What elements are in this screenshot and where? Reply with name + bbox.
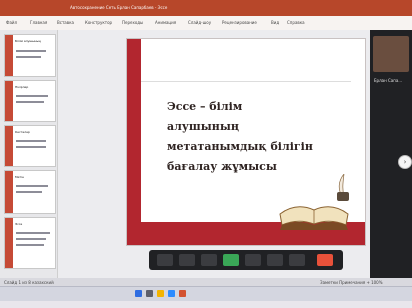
- thumbnail-line: [16, 140, 46, 142]
- search-icon[interactable]: [146, 290, 153, 297]
- title-bar: Автосохранение Сеть Ерлан Сапарбаев - Эс…: [0, 0, 412, 16]
- slide-thumbnail[interactable]: Эссе: [4, 217, 56, 269]
- chat-icon[interactable]: [245, 254, 261, 266]
- chevron-right-icon: ›: [403, 158, 407, 166]
- slide-thumbnail[interactable]: Мәтін: [4, 170, 56, 214]
- thumbnail-accent: [5, 218, 13, 268]
- thumbnail-line: [16, 232, 50, 234]
- slide-count: Слайд 1 из 8 казахский: [4, 280, 54, 285]
- powerpoint-icon[interactable]: [179, 290, 186, 297]
- window-title: Автосохранение Сеть Ерлан Сапарбаев - Эс…: [70, 5, 168, 10]
- end-call-icon[interactable]: [317, 254, 333, 266]
- open-book-icon: [279, 206, 349, 230]
- tab-help[interactable]: Справка: [287, 20, 305, 25]
- thumbnail-accent: [5, 171, 13, 213]
- thumbnail-line: [16, 146, 46, 148]
- tab-insert[interactable]: Вставка: [57, 20, 74, 25]
- windows-start-icon[interactable]: [135, 290, 142, 297]
- slide-thumbnail[interactable]: Кестелер: [4, 125, 56, 167]
- microphone-icon[interactable]: [157, 254, 173, 266]
- thumbnail-label: Білім алушының: [15, 39, 41, 43]
- participant-video[interactable]: [373, 36, 409, 72]
- thumbnail-line: [16, 244, 44, 246]
- thumbnail-line: [16, 238, 46, 240]
- thumbnail-line: [16, 101, 44, 103]
- windows-taskbar: [0, 286, 412, 301]
- thumbnail-line: [16, 95, 48, 97]
- tab-slideshow[interactable]: Слайд-шоу: [188, 20, 211, 25]
- record-icon[interactable]: [267, 254, 283, 266]
- tab-design[interactable]: Конструктор: [85, 20, 112, 25]
- thumbnail-label: Эссе: [15, 222, 23, 226]
- thumbnail-line: [16, 50, 46, 52]
- video-call-panel: Ерлан Сапа...: [370, 30, 412, 278]
- presentation-app-window: Автосохранение Сеть Ерлан Сапарбаев - Эс…: [0, 0, 412, 301]
- slide-red-border: [127, 39, 141, 245]
- zoom-icon[interactable]: [168, 290, 175, 297]
- meeting-toolbar: [149, 250, 343, 270]
- thumbnail-line: [16, 185, 48, 187]
- tab-animation[interactable]: Анимация: [155, 20, 176, 25]
- thumbnail-accent: [5, 126, 13, 166]
- thumbnail-line: [16, 191, 42, 193]
- participants-icon[interactable]: [201, 254, 217, 266]
- thumbnail-label: Пікірлер: [15, 85, 29, 89]
- tab-review[interactable]: Рецензирование: [222, 20, 257, 25]
- thumbnail-label: Кестелер: [15, 130, 30, 134]
- slide-thumbnail[interactable]: Білім алушының: [4, 34, 56, 77]
- participant-name: Ерлан Сапа...: [374, 78, 403, 83]
- ribbon-tabs: Файл Главная Вставка Конструктор Переход…: [0, 16, 412, 31]
- slide-editor: Эссе – білім алушының метатанымдық біліг…: [58, 30, 370, 278]
- tab-file[interactable]: Файл: [6, 20, 17, 25]
- thumbnail-accent: [5, 81, 13, 121]
- thumbnail-line: [16, 56, 41, 58]
- next-slide-button[interactable]: ›: [398, 155, 412, 169]
- thumbnail-label: Мәтін: [15, 175, 24, 179]
- status-right: Заметки Примечания + 100%: [320, 280, 383, 285]
- slide-thumbnail[interactable]: Пікірлер: [4, 80, 56, 122]
- tab-home[interactable]: Главная: [30, 20, 47, 25]
- reactions-icon[interactable]: [289, 254, 305, 266]
- video-icon[interactable]: [179, 254, 195, 266]
- status-bar: Слайд 1 из 8 казахский Заметки Примечани…: [0, 278, 412, 286]
- current-slide[interactable]: Эссе – білім алушының метатанымдық біліг…: [126, 38, 366, 246]
- share-screen-icon[interactable]: [223, 254, 239, 266]
- slide-title-line: метатанымдық білігін: [167, 140, 313, 153]
- slide-title-line: Эссе – білім алушының: [167, 100, 243, 133]
- chrome-icon[interactable]: [157, 290, 164, 297]
- tab-transitions[interactable]: Переходы: [122, 20, 143, 25]
- slide-title-line: бағалау жұмысы: [167, 160, 277, 173]
- thumbnail-accent: [5, 35, 13, 76]
- tab-view[interactable]: Вид: [271, 20, 279, 25]
- slide-thumbnail-panel: Білім алушының Пікірлер Кестелер Мәтін Э…: [0, 30, 58, 278]
- slide-title: Эссе – білім алушының метатанымдық біліг…: [167, 97, 317, 177]
- title-placeholder[interactable]: [141, 61, 351, 82]
